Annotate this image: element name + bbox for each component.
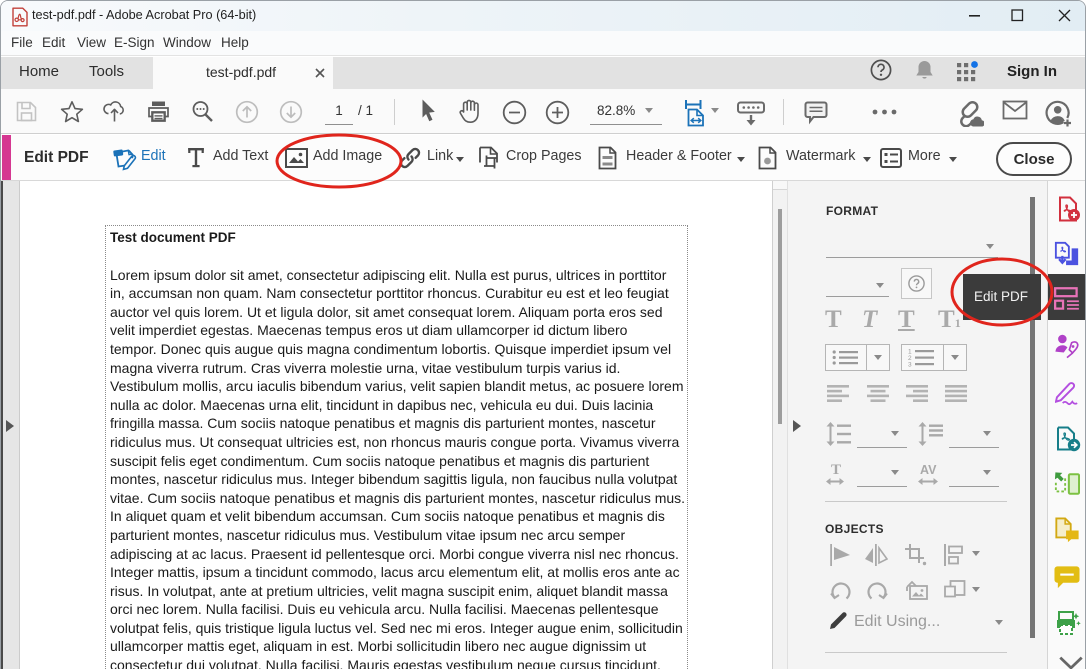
svg-text:3: 3 [908,362,912,368]
svg-text:T: T [831,462,841,478]
svg-text:AV: AV [920,463,937,477]
